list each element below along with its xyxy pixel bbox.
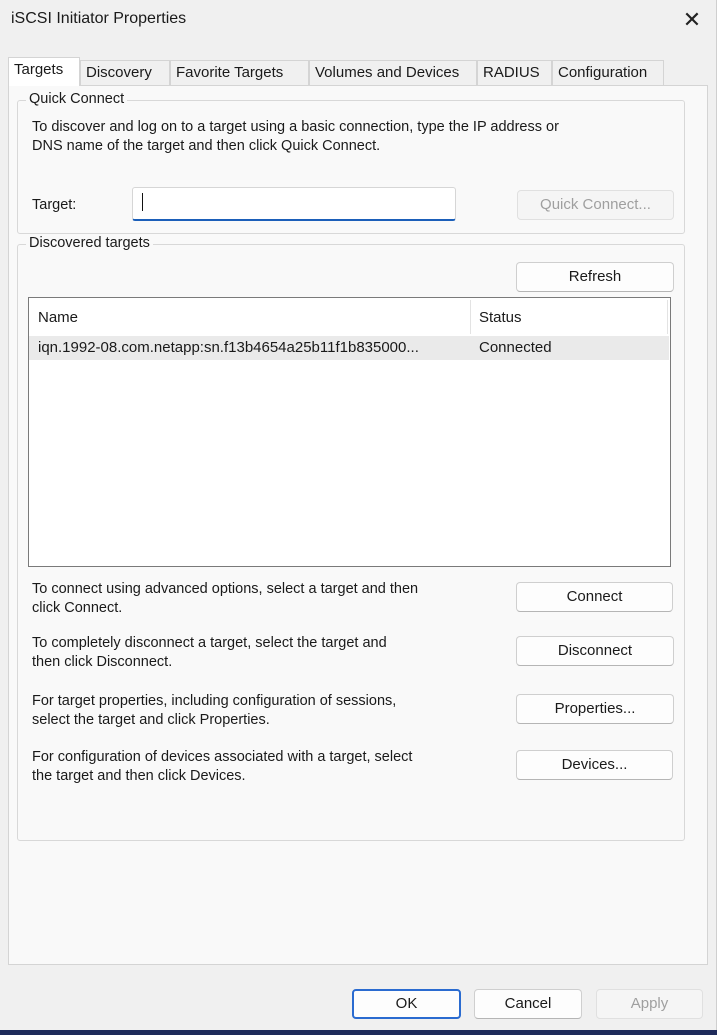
devices-button[interactable]: Devices...: [516, 750, 673, 780]
targets-list-header: Name Status: [29, 298, 670, 336]
connect-description-line1: To connect using advanced options, selec…: [32, 581, 419, 597]
refresh-button[interactable]: Refresh: [516, 262, 674, 292]
taskbar-edge: [0, 1030, 717, 1035]
target-label: Target:: [32, 197, 77, 213]
connect-description-line2: click Connect.: [32, 600, 123, 616]
table-row[interactable]: iqn.1992-08.com.netapp:sn.f13b4654a25b11…: [29, 336, 669, 360]
properties-button[interactable]: Properties...: [516, 694, 674, 724]
disconnect-description-line1: To completely disconnect a target, selec…: [32, 635, 387, 651]
target-name-cell: iqn.1992-08.com.netapp:sn.f13b4654a25b11…: [38, 339, 419, 356]
iscsi-initiator-dialog: iSCSI Initiator Properties ✕ Targets Dis…: [0, 0, 717, 1035]
tab-configuration[interactable]: Configuration: [552, 60, 664, 85]
devices-description-line2: the target and then click Devices.: [32, 768, 246, 784]
target-status-cell: Connected: [479, 339, 552, 356]
connect-button[interactable]: Connect: [516, 582, 673, 612]
ok-button[interactable]: OK: [352, 989, 461, 1019]
quick-connect-description-line1: To discover and log on to a target using…: [32, 119, 559, 135]
target-input[interactable]: [132, 187, 456, 221]
tab-discovery[interactable]: Discovery: [80, 60, 170, 85]
properties-description-line2: select the target and click Properties.: [32, 712, 270, 728]
text-caret: [142, 193, 143, 211]
tab-favorite-targets[interactable]: Favorite Targets: [170, 60, 309, 85]
properties-description-line1: For target properties, including configu…: [32, 693, 397, 709]
quick-connect-description-line2: DNS name of the target and then click Qu…: [32, 138, 381, 154]
tab-volumes-and-devices[interactable]: Volumes and Devices: [309, 60, 477, 85]
cancel-button[interactable]: Cancel: [474, 989, 582, 1019]
column-header-status[interactable]: Status: [470, 298, 667, 336]
column-header-name[interactable]: Name: [29, 298, 470, 336]
tab-strip: Targets Discovery Favorite Targets Volum…: [8, 57, 708, 86]
close-icon[interactable]: ✕: [676, 4, 708, 36]
column-separator[interactable]: [667, 300, 668, 334]
quick-connect-group-label: Quick Connect: [26, 91, 128, 107]
disconnect-description-line2: then click Disconnect.: [32, 654, 173, 670]
discovered-targets-group-label: Discovered targets: [26, 235, 153, 251]
tab-radius[interactable]: RADIUS: [477, 60, 552, 85]
targets-list[interactable]: Name Status iqn.1992-08.com.netapp:sn.f1…: [28, 297, 671, 567]
tab-targets[interactable]: Targets: [8, 57, 80, 86]
devices-description-line1: For configuration of devices associated …: [32, 749, 413, 765]
window-title: iSCSI Initiator Properties: [11, 10, 187, 27]
apply-button[interactable]: Apply: [596, 989, 703, 1019]
disconnect-button[interactable]: Disconnect: [516, 636, 674, 666]
quick-connect-button[interactable]: Quick Connect...: [517, 190, 674, 220]
